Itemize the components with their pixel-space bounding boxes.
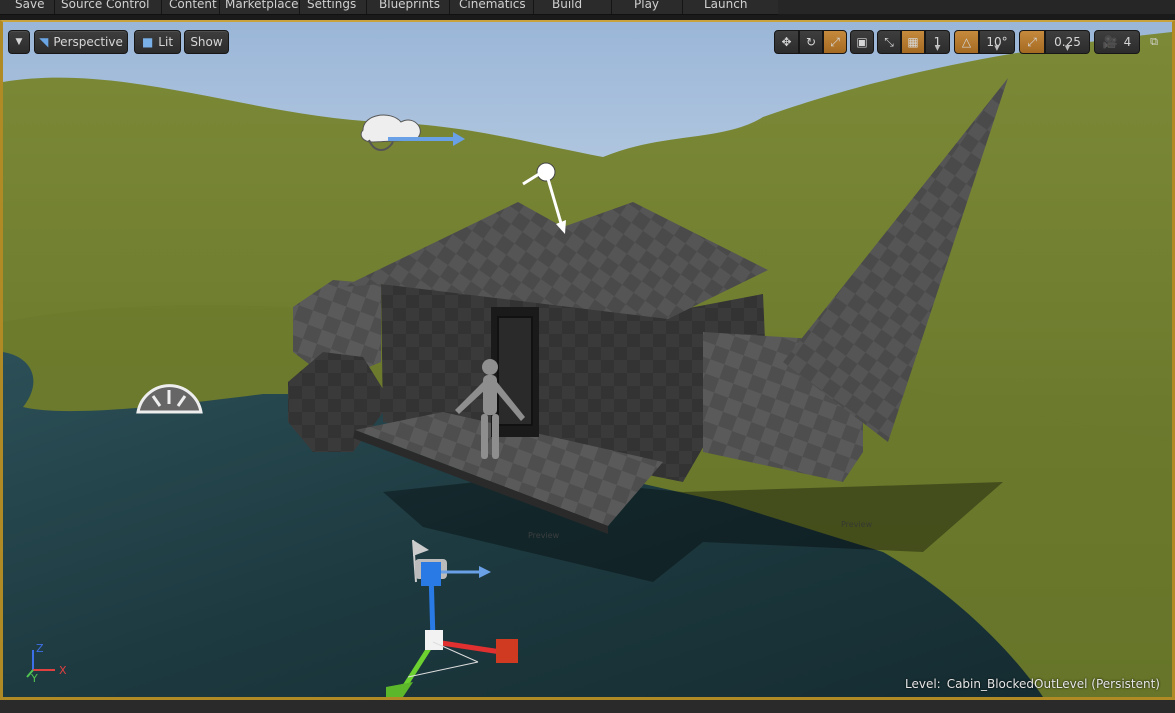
scale-snap-toggle[interactable]: ⤢ [1019, 30, 1045, 54]
level-viewport[interactable]: Z X Y Preview Preview ▼ ◥ Perspective ■ … [0, 20, 1175, 700]
toolbar-save-button[interactable]: Save [15, 0, 44, 13]
grid-snap-value-dropdown[interactable]: 1 ▼ [925, 30, 950, 54]
axis-label-x: X [59, 664, 67, 677]
view-mode-label: Perspective [53, 35, 123, 49]
level-prefix: Level: [904, 677, 941, 691]
toolbar-empty-area [778, 0, 1175, 14]
toolbar-separator [611, 0, 612, 14]
toolbar-separator [54, 0, 55, 14]
toolbar-cinematics-button[interactable]: Cinematics [459, 0, 526, 13]
viewport-options-button[interactable]: ▼ [8, 30, 30, 54]
world-local-icon: ▣ [856, 35, 868, 49]
maximize-icon: ⧉ [1150, 35, 1158, 48]
rotation-snap-value-dropdown[interactable]: 10° ▼ [979, 30, 1015, 54]
camera-speed-button[interactable]: 🎥 4 [1094, 30, 1140, 54]
scale-icon: ⤢ [830, 34, 840, 49]
grid-snap-toggle[interactable]: ▦ [901, 30, 925, 54]
perspective-camera-icon: ◥ [39, 35, 49, 49]
viewport-scene[interactable]: Z X Y Preview Preview [3, 22, 1172, 697]
lit-cube-icon: ■ [141, 35, 154, 49]
rotate-mode-button[interactable]: ↻ [799, 30, 823, 54]
translate-mode-button[interactable]: ✥ [774, 30, 799, 54]
preview-decal: Preview [841, 520, 873, 529]
maximize-viewport-button[interactable]: ⧉ [1145, 30, 1163, 54]
scale-snap-value-dropdown[interactable]: 0.25 ▼ [1045, 30, 1090, 54]
camera-speed-value: 4 [1123, 35, 1132, 49]
show-label: Show [190, 35, 223, 49]
translate-icon: ✥ [781, 35, 792, 49]
toolbar-launch-button[interactable]: Launch [704, 0, 747, 13]
axis-label-z: Z [36, 642, 44, 655]
toolbar-separator [449, 0, 450, 14]
view-mode-perspective-button[interactable]: ◥ Perspective [34, 30, 128, 54]
preview-decal: Preview [528, 531, 560, 540]
main-toolbar: Save Source Control Content Marketplace … [0, 0, 778, 15]
axis-label-y: Y [30, 672, 38, 685]
scale-mode-button[interactable]: ⤢ [823, 30, 847, 54]
toolbar-content-button[interactable]: Content [169, 0, 217, 13]
rotation-snap-icon: △ [961, 35, 972, 49]
toolbar-separator [682, 0, 683, 14]
chevron-down-icon: ▼ [934, 44, 941, 52]
show-flags-button[interactable]: Show [184, 30, 229, 54]
toolbar-separator [219, 0, 220, 14]
level-name: Cabin_BlockedOutLevel (Persistent) [946, 677, 1160, 691]
toolbar-separator [299, 0, 300, 14]
grid-snap-icon: ▦ [907, 35, 919, 49]
lit-mode-button[interactable]: ■ Lit [134, 30, 181, 54]
surface-snap-icon: ⤡ [884, 34, 894, 49]
menu-chevron-icon: ▼ [15, 37, 23, 47]
toolbar-separator [366, 0, 367, 14]
toolbar-settings-button[interactable]: Settings [307, 0, 356, 13]
scale-snap-icon: ⤢ [1027, 34, 1037, 49]
toolbar-play-button[interactable]: Play [634, 0, 659, 13]
rotate-icon: ↻ [805, 35, 817, 49]
toolbar-separator [533, 0, 534, 14]
chevron-down-icon: ▼ [1064, 44, 1071, 52]
toolbar-marketplace-button[interactable]: Marketplace [225, 0, 299, 13]
rotation-snap-toggle[interactable]: △ [954, 30, 979, 54]
world-local-toggle[interactable]: ▣ [850, 30, 874, 54]
toolbar-source-control-button[interactable]: Source Control [61, 0, 149, 13]
camera-speed-icon: 🎥 [1102, 35, 1118, 49]
toolbar-blueprints-button[interactable]: Blueprints [379, 0, 440, 13]
surface-snap-button[interactable]: ⤡ [877, 30, 901, 54]
chevron-down-icon: ▼ [994, 44, 1000, 52]
level-name-label: Level: Cabin_BlockedOutLevel (Persistent) [905, 677, 1160, 691]
lit-label: Lit [158, 35, 174, 49]
toolbar-build-button[interactable]: Build [552, 0, 582, 13]
toolbar-separator [161, 0, 162, 14]
bottom-panel-edge [0, 700, 1175, 713]
